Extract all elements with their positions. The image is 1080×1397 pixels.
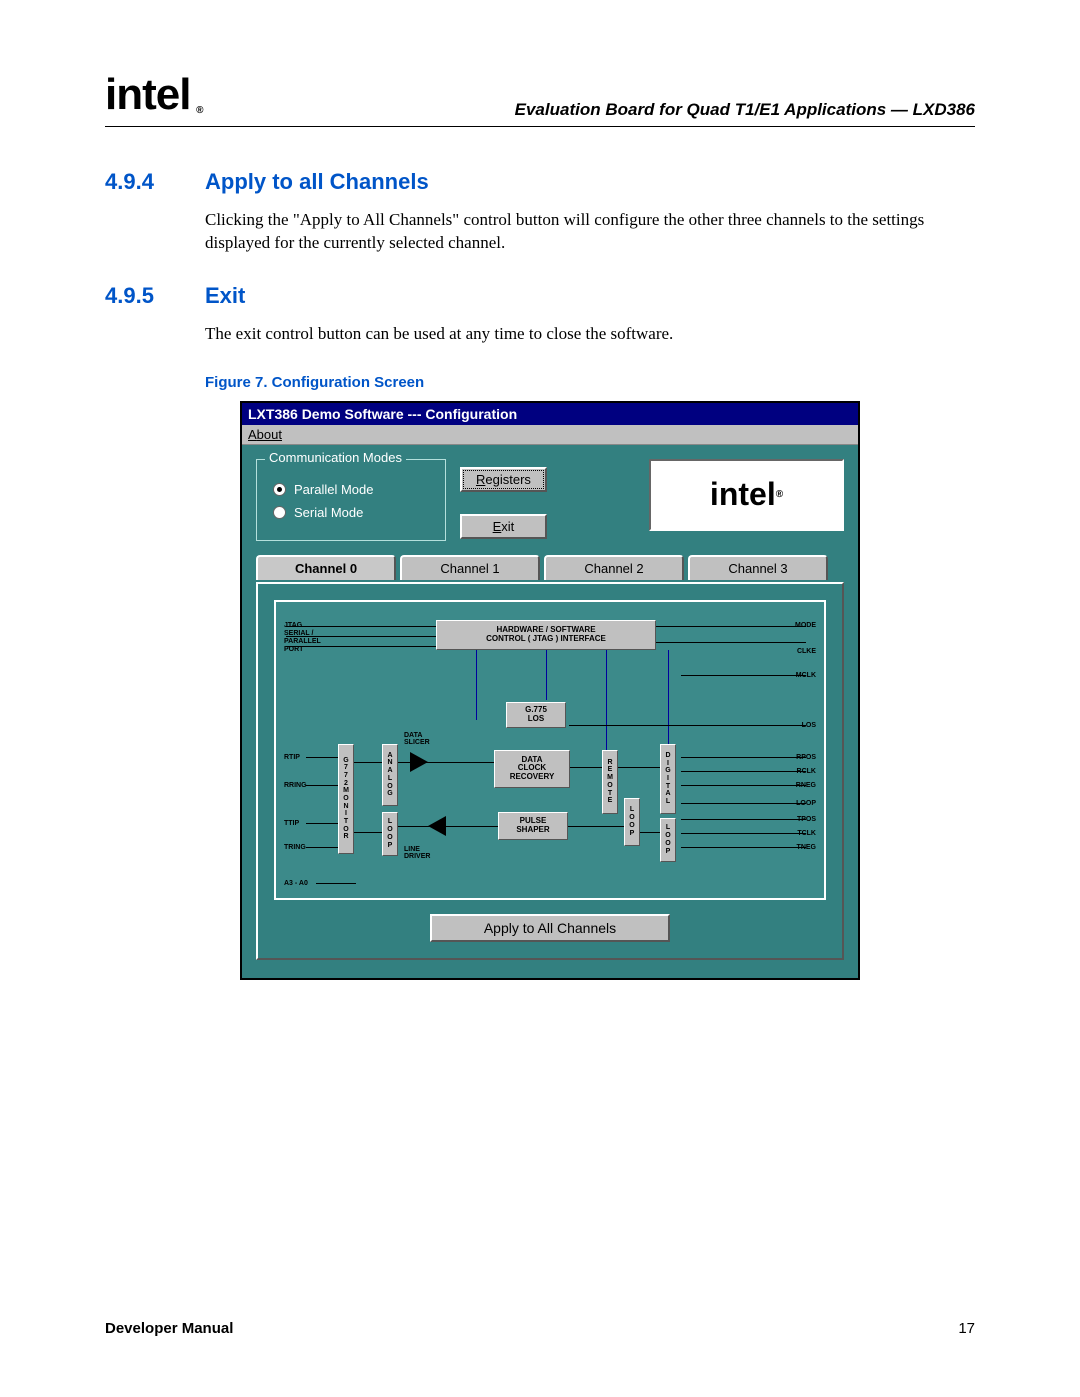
line	[681, 847, 806, 848]
tab-channel-2[interactable]: Channel 2	[544, 555, 684, 580]
line	[316, 883, 356, 884]
doc-title: Evaluation Board for Quad T1/E1 Applicat…	[515, 100, 975, 120]
line	[640, 832, 660, 833]
line	[546, 650, 547, 700]
line	[286, 646, 436, 647]
radio-icon[interactable]	[273, 483, 286, 496]
exit-button[interactable]: Exit	[460, 514, 547, 539]
digital-box: D I G I T A L	[660, 744, 676, 814]
tab-content: HARDWARE / SOFTWARE CONTROL ( JTAG ) INT…	[256, 582, 844, 960]
line	[681, 803, 806, 804]
line	[681, 785, 806, 786]
radio-label: Parallel Mode	[294, 482, 374, 497]
line	[656, 626, 806, 627]
data-clock-box: DATA CLOCK RECOVERY	[494, 750, 570, 788]
line	[476, 650, 477, 720]
config-window: LXT386 Demo Software --- Configuration A…	[240, 401, 860, 980]
tab-channel-1[interactable]: Channel 1	[400, 555, 540, 580]
line	[306, 757, 338, 758]
page-number: 17	[958, 1320, 975, 1337]
logo-text: intel	[105, 70, 190, 119]
line	[354, 762, 382, 763]
label: TRING	[284, 844, 306, 851]
hw-sw-box: HARDWARE / SOFTWARE CONTROL ( JTAG ) INT…	[436, 620, 656, 650]
analog-box: A N A L O G	[382, 744, 398, 806]
section-title: Apply to all Channels	[205, 169, 429, 195]
loop2-box: L O O P	[624, 798, 640, 846]
menu-about[interactable]: About	[248, 427, 282, 442]
remote-box: R E M O T E	[602, 750, 618, 814]
g775-box: G.775 LOS	[506, 702, 566, 728]
section-4-9-4-heading: 4.9.4 Apply to all Channels	[105, 169, 975, 195]
section-4-9-5-heading: 4.9.5 Exit	[105, 283, 975, 309]
tab-channel-3[interactable]: Channel 3	[688, 555, 828, 580]
radio-serial-mode[interactable]: Serial Mode	[273, 505, 429, 520]
label: JTAG	[284, 622, 302, 629]
line	[570, 767, 602, 768]
figure-caption: Figure 7. Configuration Screen	[205, 374, 975, 391]
label: RRING	[284, 782, 307, 789]
logo-reg: ®	[776, 489, 783, 500]
line	[681, 757, 806, 758]
block-diagram: HARDWARE / SOFTWARE CONTROL ( JTAG ) INT…	[274, 600, 826, 900]
intel-logo-panel: intel®	[649, 459, 844, 531]
communication-modes-group: Communication Modes Parallel Mode Serial…	[256, 459, 446, 541]
line	[656, 642, 806, 643]
section-4-9-4-body: Clicking the "Apply to All Channels" con…	[205, 209, 975, 255]
menubar: About	[242, 425, 858, 445]
intel-logo: intel ®	[105, 70, 200, 120]
section-number: 4.9.5	[105, 283, 205, 309]
line	[306, 847, 338, 848]
label: SERIAL /	[284, 630, 313, 637]
line	[306, 785, 338, 786]
line	[398, 826, 498, 827]
data-slicer-label: DATA SLICER	[404, 732, 430, 746]
page-footer: Developer Manual 17	[105, 1270, 975, 1337]
monitor-box: G 7 7 2 M O N I T O R	[338, 744, 354, 854]
line	[569, 725, 806, 726]
line	[681, 819, 806, 820]
label: PORT	[284, 646, 303, 653]
section-title: Exit	[205, 283, 245, 309]
radio-icon[interactable]	[273, 506, 286, 519]
label: TTIP	[284, 820, 299, 827]
footer-left: Developer Manual	[105, 1320, 233, 1337]
tab-channel-0[interactable]: Channel 0	[256, 555, 396, 580]
logo-reg: ®	[196, 105, 202, 116]
apply-all-channels-button[interactable]: Apply to All Channels	[430, 914, 670, 942]
section-number: 4.9.4	[105, 169, 205, 195]
line	[286, 626, 436, 627]
loop1-box: L O O P	[382, 812, 398, 856]
line	[606, 650, 607, 760]
pulse-shaper-box: PULSE SHAPER	[498, 812, 568, 840]
radio-label: Serial Mode	[294, 505, 363, 520]
line	[306, 823, 338, 824]
line	[618, 767, 660, 768]
radio-parallel-mode[interactable]: Parallel Mode	[273, 482, 429, 497]
section-4-9-5-body: The exit control button can be used at a…	[205, 323, 975, 346]
window-titlebar[interactable]: LXT386 Demo Software --- Configuration	[242, 403, 858, 425]
label: CLKE	[797, 648, 816, 655]
label: PARALLEL	[284, 638, 321, 645]
line	[354, 832, 382, 833]
registers-button[interactable]: Registers	[460, 467, 547, 492]
line-driver-label: LINE DRIVER	[404, 846, 430, 860]
line	[681, 675, 806, 676]
group-legend: Communication Modes	[265, 450, 406, 465]
page-header: intel ® Evaluation Board for Quad T1/E1 A…	[105, 70, 975, 127]
label: A3 - A0	[284, 880, 308, 887]
label: RTIP	[284, 754, 300, 761]
label: MODE	[795, 622, 816, 629]
line	[681, 833, 806, 834]
logo-text: intel	[710, 476, 776, 513]
amplifier-icon	[428, 816, 446, 836]
amplifier-icon	[410, 752, 428, 772]
line	[681, 771, 806, 772]
loop3-box: L O O P	[660, 818, 676, 862]
channel-tabs: Channel 0 Channel 1 Channel 2 Channel 3	[256, 555, 844, 580]
line	[568, 826, 624, 827]
